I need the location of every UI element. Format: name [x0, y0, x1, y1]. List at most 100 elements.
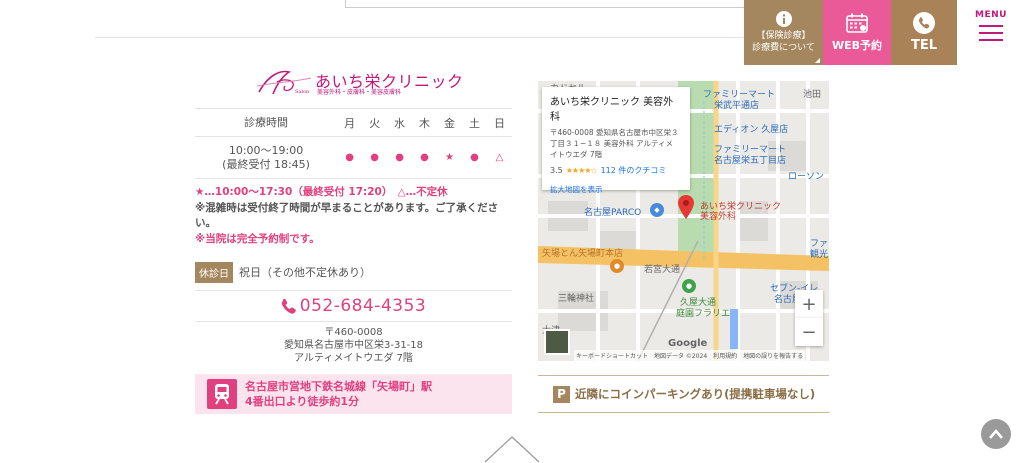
mark-fri: ★ [445, 152, 454, 163]
day-fri: 金 [444, 116, 456, 130]
svg-text:Salon: Salon [295, 89, 310, 95]
hours-header-row: 診療時間 月 火 水 木 金 土 日 [195, 108, 512, 137]
phone-icon [281, 298, 296, 314]
map-shop-pin-icon: ◆ [650, 203, 664, 217]
insurance-fee-button[interactable]: 【保険診療】 診療費について [744, 0, 823, 65]
back-to-top-button[interactable] [981, 419, 1011, 449]
map-card-address-line1: 〒460-0008 愛知県名古屋市中区栄３ [550, 128, 679, 137]
divider [195, 290, 512, 291]
tel-label: TEL [910, 38, 938, 53]
section-divider [95, 37, 745, 38]
corner-arrow-icon [815, 58, 820, 63]
clinic-logo-departments: 美容外科・皮膚科・美容皮膚科 [317, 89, 402, 96]
map-card-reviews-link[interactable]: 112 件のクチコミ [601, 165, 667, 176]
top-content-box [345, 0, 745, 8]
insurance-label-line1: 【保険診療】 [756, 31, 811, 41]
map-label-ikeda: 池田 [803, 90, 822, 100]
access-line1: 名古屋市営地下鉄名城線「矢場町」駅 [245, 380, 432, 393]
parking-text: 近隣にコインパーキングあり(提携駐車場なし) [575, 387, 816, 401]
train-icon [207, 379, 237, 409]
hamburger-bar-icon [979, 32, 1003, 34]
map-label-familymart-1b: 栄武平通店 [714, 101, 760, 111]
mark-mon: ● [345, 152, 354, 163]
hours-time-last: (最終受付 18:45) [222, 157, 310, 171]
phone-icon [913, 12, 935, 34]
hamburger-bar-icon [979, 25, 1003, 27]
hours-time-main: 10:00〜19:00 [228, 143, 304, 157]
star-hours-note: ★…10:00〜17:30（最終受付 17:20） △…不定休 [195, 186, 448, 198]
menu-button[interactable]: MENU [966, 10, 1016, 55]
mark-sat: ● [470, 152, 479, 163]
clinic-location-pin-icon[interactable] [678, 195, 694, 219]
web-reservation-button[interactable]: WEB予約 [823, 0, 891, 65]
map-card-rating-value: 3.5 [550, 166, 563, 175]
chevron-up-icon [989, 429, 1003, 439]
info-icon [775, 11, 792, 27]
map-satellite-toggle[interactable] [544, 329, 570, 355]
closed-days-value: 祝日（その他不定休あり） [239, 266, 371, 279]
insurance-label-line2: 診療費について [752, 43, 815, 53]
map-label-hisaya-2: 庭園フラリエ [676, 309, 731, 319]
crowd-note: ※混雑時は受付終了時間が早まることがあります。ご了承ください。 [195, 201, 499, 230]
phone-link[interactable]: 052-684-4353 [195, 294, 512, 318]
day-mon: 月 [344, 116, 356, 130]
reservation-note: ※当院は完全予約制です。 [195, 232, 320, 245]
google-logo: Google [668, 338, 708, 349]
closed-days: 休診日 祝日（その他不定休あり） [195, 261, 512, 283]
parking-icon: P [553, 385, 570, 403]
map-label-yabaton: 矢場とん矢場町本店 [542, 249, 624, 259]
address-line2: アルティメイトウエダ 7階 [294, 353, 413, 364]
closed-days-tag: 休診日 [195, 261, 233, 283]
day-sat: 土 [469, 116, 480, 130]
map-zoom-out-button[interactable]: − [795, 318, 823, 346]
map-label-clinic-2: 美容外科 [700, 212, 737, 222]
map-label-parco: 名古屋PARCO [584, 208, 642, 218]
map-restaurant-pin-icon: ● [610, 259, 624, 273]
map-footer-attribution[interactable]: キーボードショートカット 地図データ ©2024 利用規約 地図の誤りを報告する [574, 350, 806, 361]
map-label-lawson: ローソン [788, 172, 825, 182]
map-label-miwa: 三輪神社 [558, 294, 595, 304]
map-card-address-line2: 丁目３１−１８ 美容外科 アルティメ [550, 139, 674, 148]
map-label-eon: エディオン 久屋店 [714, 125, 789, 135]
map-zoom-in-button[interactable]: + [795, 290, 823, 318]
phone-number: 052-684-4353 [299, 296, 427, 316]
mark-thu: ● [420, 152, 429, 163]
menu-label: MENU [975, 10, 1007, 20]
divider [195, 321, 512, 322]
day-wed: 水 [394, 116, 406, 130]
map-info-card: あいち栄クリニック 美容外科 〒460-0008 愛知県名古屋市中区栄３ 丁目３… [542, 87, 690, 194]
web-reservation-label: WEB予約 [831, 38, 883, 52]
parking-info: P 近隣にコインパーキングあり(提携駐車場なし) [538, 375, 829, 413]
hours-body-row: 10:00〜19:00 (最終受付 18:45) ● ● ● ● ★ ● △ [195, 137, 512, 179]
chevron-up-icon [484, 436, 540, 463]
hours-header-label: 診療時間 [244, 115, 289, 129]
tel-button[interactable]: TEL [891, 0, 957, 65]
day-thu: 木 [419, 116, 431, 130]
day-sun: 日 [493, 116, 505, 130]
clinic-hours-table: 診療時間 月 火 水 木 金 土 日 10:00〜19:00 (最終受付 18:… [195, 108, 512, 179]
mark-wed: ● [395, 152, 404, 163]
day-tue: 火 [369, 116, 381, 130]
map-label-familymart-2b: 名古屋栄五丁目店 [714, 156, 787, 166]
google-map[interactable]: カドセル 池田 ファミリーマート 栄武平通店 エディオン 久屋店 ファミリーマー… [538, 81, 829, 361]
hamburger-bar-icon [979, 39, 1003, 41]
map-card-rating: 3.5 ★★★★☆ 112 件のクチコミ [550, 165, 682, 176]
address-line1: 愛知県名古屋市中区栄3-31-18 [283, 340, 424, 351]
map-label-family-3b: 観光 [810, 250, 829, 260]
map-park-pin-icon: ● [682, 279, 696, 293]
map-card-address: 〒460-0008 愛知県名古屋市中区栄３ 丁目３１−１８ 美容外科 アルティメ… [550, 127, 682, 160]
clinic-address: 〒460-0008 愛知県名古屋市中区栄3-31-18 アルティメイトウエダ 7… [195, 326, 512, 365]
clinic-logo[interactable]: Salon あいち栄クリニック 美容外科・皮膚科・美容皮膚科 [255, 68, 463, 96]
access-line2: 4番出口より徒歩約1分 [245, 395, 360, 408]
mark-tue: ● [370, 152, 379, 163]
calendar-icon [846, 13, 868, 33]
map-label-wakamiya: 若宮大通 [644, 265, 681, 275]
address-postal: 〒460-0008 [324, 327, 383, 338]
map-enlarge-link[interactable]: 拡大地図を表示 [550, 184, 682, 195]
rating-stars-icon: ★★★★☆ [565, 166, 598, 175]
station-access: 名古屋市営地下鉄名城線「矢場町」駅 4番出口より徒歩約1分 [195, 374, 512, 414]
hours-notes: ★…10:00〜17:30（最終受付 17:20） △…不定休 ※混雑時は受付終… [195, 185, 515, 247]
logo-emblem: Salon [256, 70, 312, 95]
map-card-address-line3: イトウエダ 7階 [550, 150, 603, 159]
mark-sun: △ [495, 152, 504, 163]
